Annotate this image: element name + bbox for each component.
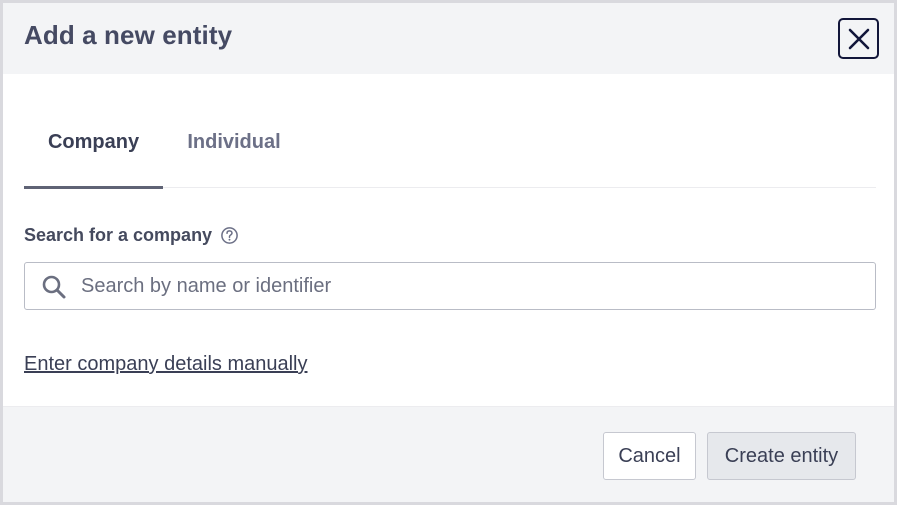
add-entity-dialog: Add a new entity Company Individual Sear… bbox=[3, 3, 894, 502]
close-icon bbox=[848, 28, 869, 49]
dialog-footer: Cancel Create entity bbox=[3, 406, 894, 502]
search-box bbox=[24, 262, 876, 310]
dialog-title: Add a new entity bbox=[24, 20, 233, 50]
enter-manually-link[interactable]: Enter company details manually bbox=[24, 353, 307, 376]
close-button[interactable] bbox=[838, 18, 879, 59]
dialog-header: Add a new entity bbox=[3, 3, 894, 74]
tab-individual-label: Individual bbox=[187, 131, 281, 153]
search-company-label: Search for a company bbox=[24, 225, 239, 246]
tab-company-label: Company bbox=[47, 131, 140, 153]
create-entity-button[interactable]: Create entity bbox=[707, 432, 856, 480]
question-circle-icon[interactable] bbox=[220, 226, 239, 245]
search-company-label-text: Search for a company bbox=[24, 225, 213, 245]
cancel-button[interactable]: Cancel bbox=[603, 432, 696, 480]
search-icon bbox=[41, 274, 67, 305]
search-input[interactable] bbox=[81, 263, 861, 309]
tab-individual[interactable]: Individual bbox=[163, 111, 305, 188]
entity-type-tabs: Company Individual bbox=[24, 111, 876, 189]
tab-company[interactable]: Company bbox=[24, 111, 163, 189]
